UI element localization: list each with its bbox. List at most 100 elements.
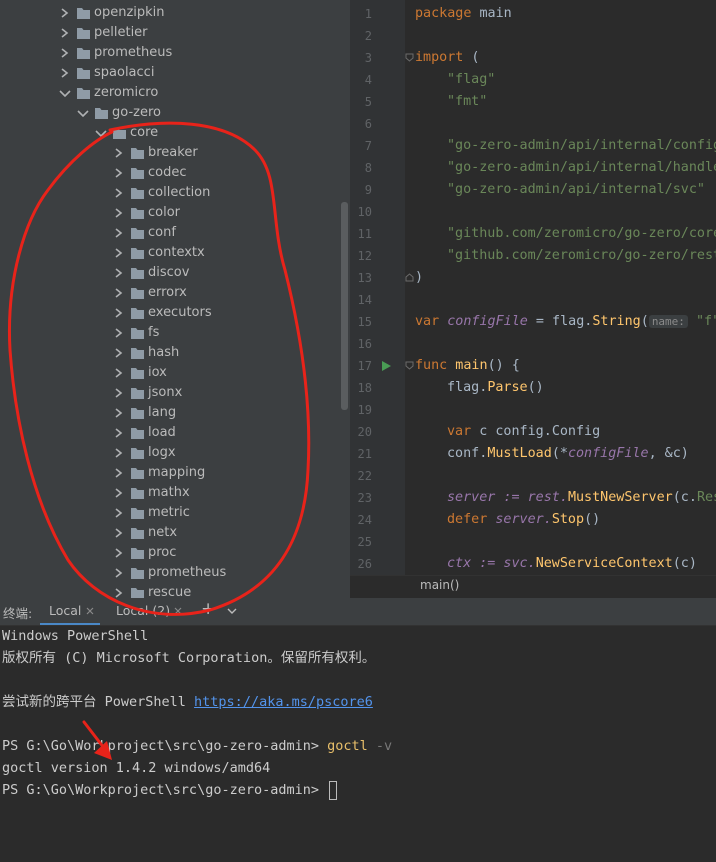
tree-item[interactable]: mapping (0, 463, 340, 483)
tree-item[interactable]: rescue (0, 583, 340, 598)
chevron-right-icon[interactable] (112, 363, 126, 383)
tree-item-label: breaker (148, 145, 198, 160)
terminal-output[interactable]: Windows PowerShell 版权所有 (C) Microsoft Co… (0, 626, 716, 862)
run-icon[interactable] (380, 360, 392, 372)
chevron-right-icon[interactable] (112, 243, 126, 263)
breadcrumb-item[interactable]: main() (420, 578, 459, 592)
chevron-right-icon[interactable] (112, 403, 126, 423)
chevron-down-icon[interactable] (58, 83, 72, 103)
chevron-right-icon[interactable] (112, 303, 126, 323)
line-number: 4 (364, 73, 372, 87)
tree-item-label: go-zero (112, 105, 161, 120)
chevron-right-icon[interactable] (112, 563, 126, 583)
chevron-right-icon[interactable] (112, 443, 126, 463)
tree-item[interactable]: pelletier (0, 23, 340, 43)
chevron-right-icon[interactable] (112, 503, 126, 523)
chevron-right-icon[interactable] (112, 583, 126, 598)
folder-icon (76, 26, 91, 40)
tree-item[interactable]: contextx (0, 243, 340, 263)
tree-item[interactable]: lang (0, 403, 340, 423)
chevron-right-icon[interactable] (112, 183, 126, 203)
chevron-right-icon[interactable] (112, 143, 126, 163)
tree-item[interactable]: iox (0, 363, 340, 383)
tree-item[interactable]: zeromicro (0, 83, 340, 103)
tree-item[interactable]: mathx (0, 483, 340, 503)
chevron-right-icon[interactable] (112, 483, 126, 503)
tree-item-label: mathx (148, 485, 190, 500)
line-number: 16 (357, 337, 372, 351)
project-tree-panel: openzipkin pelletier prometheus spaolacci ze… (0, 0, 350, 598)
tree-item-label: conf (148, 225, 176, 240)
tree-item-label: mapping (148, 465, 206, 480)
tree-item[interactable]: executors (0, 303, 340, 323)
terminal-tab-bar: 终端: Local Local (2) + (0, 598, 716, 626)
chevron-right-icon[interactable] (112, 283, 126, 303)
close-icon[interactable] (86, 607, 94, 615)
chevron-right-icon[interactable] (112, 263, 126, 283)
chevron-right-icon[interactable] (112, 323, 126, 343)
chevron-right-icon[interactable] (112, 223, 126, 243)
chevron-right-icon[interactable] (58, 63, 72, 83)
close-icon[interactable] (174, 607, 182, 615)
chevron-right-icon[interactable] (112, 383, 126, 403)
chevron-down-icon[interactable] (94, 123, 108, 143)
code-line-17: func main() { (415, 358, 520, 373)
fold-icon[interactable] (405, 53, 414, 62)
pscore-link[interactable]: https://aka.ms/pscore6 (194, 694, 373, 710)
chevron-down-icon[interactable] (227, 608, 237, 615)
chevron-right-icon[interactable] (58, 23, 72, 43)
folder-icon (130, 166, 145, 180)
add-tab-button[interactable]: + (201, 599, 215, 619)
tree-item[interactable]: color (0, 203, 340, 223)
tree-item[interactable]: netx (0, 523, 340, 543)
project-tree-scrollbar[interactable] (341, 202, 348, 410)
tree-item[interactable]: jsonx (0, 383, 340, 403)
terminal-prompt[interactable]: PS G:\Go\Workproject\src\go-zero-admin> (2, 779, 338, 801)
line-number: 6 (364, 117, 372, 131)
tab-local[interactable]: Local (40, 598, 100, 625)
tree-item[interactable]: metric (0, 503, 340, 523)
editor-gutter: 1 2 3 4 5 6 7 8 9 10 11 12 13 14 15 16 17 18 19 20 21 22 23 24 2… (350, 0, 405, 575)
chevron-right-icon[interactable] (112, 343, 126, 363)
tree-item[interactable]: prometheus (0, 43, 340, 63)
chevron-right-icon[interactable] (112, 463, 126, 483)
chevron-right-icon[interactable] (112, 523, 126, 543)
chevron-right-icon[interactable] (58, 43, 72, 63)
chevron-right-icon[interactable] (58, 3, 72, 23)
fold-icon[interactable] (405, 273, 414, 282)
line-number: 9 (364, 183, 372, 197)
tree-item[interactable]: discov (0, 263, 340, 283)
tree-item[interactable]: openzipkin (0, 3, 340, 23)
code-line-20: var c config.Config (447, 424, 601, 439)
fold-icon[interactable] (405, 361, 414, 370)
tree-item[interactable]: conf (0, 223, 340, 243)
tree-item[interactable]: proc (0, 543, 340, 563)
tree-item[interactable]: breaker (0, 143, 340, 163)
tree-item[interactable]: hash (0, 343, 340, 363)
tree-item-label: openzipkin (94, 5, 165, 20)
chevron-right-icon[interactable] (112, 423, 126, 443)
chevron-down-icon[interactable] (76, 103, 90, 123)
line-number: 5 (364, 95, 372, 109)
folder-icon (130, 246, 145, 260)
tree-item[interactable]: fs (0, 323, 340, 343)
editor-breadcrumb[interactable]: main() (350, 575, 716, 599)
tree-item[interactable]: spaolacci (0, 63, 340, 83)
tree-item[interactable]: load (0, 423, 340, 443)
tree-item[interactable]: prometheus (0, 563, 340, 583)
chevron-right-icon[interactable] (112, 163, 126, 183)
tree-item[interactable]: codec (0, 163, 340, 183)
tree-item-label: proc (148, 545, 177, 560)
tree-item[interactable]: go-zero (0, 103, 340, 123)
chevron-right-icon[interactable] (112, 543, 126, 563)
line-number: 25 (357, 535, 372, 549)
code-editor[interactable]: 1 2 3 4 5 6 7 8 9 10 11 12 13 14 15 16 17 18 19 20 21 22 23 24 2… (350, 0, 716, 575)
tab-local-2[interactable]: Local (2) (110, 598, 190, 625)
tree-item[interactable]: logx (0, 443, 340, 463)
chevron-right-icon[interactable] (112, 203, 126, 223)
folder-icon (130, 546, 145, 560)
tree-item[interactable]: collection (0, 183, 340, 203)
tree-item[interactable]: core (0, 123, 340, 143)
tree-item[interactable]: errorx (0, 283, 340, 303)
line-number: 3 (364, 51, 372, 65)
